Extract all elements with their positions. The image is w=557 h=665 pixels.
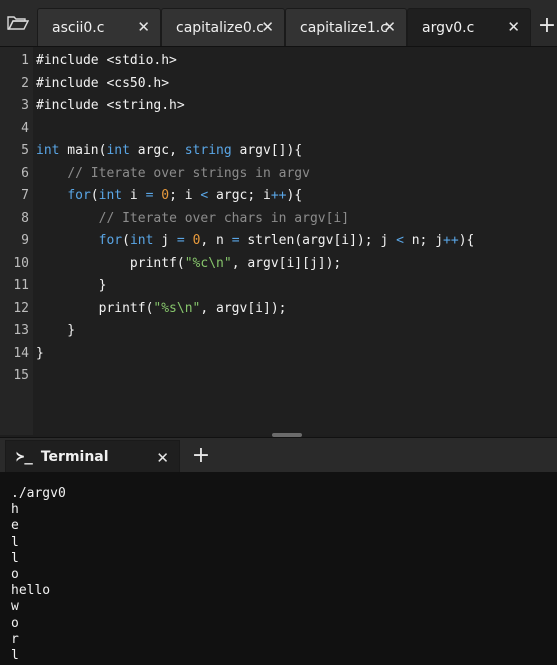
code-text[interactable]: printf("%s\n", argv[i]); [36,298,287,321]
line-number: 1 [21,53,29,68]
line-number: 12 [13,300,29,316]
line-number: 11 [13,278,29,293]
terminal-output-line: o [11,567,19,582]
tab-label: capitalize0.c [176,19,264,36]
line-number: 13 [13,323,29,338]
terminal-output-line: w [11,599,19,615]
code-text[interactable]: #include <cs50.h> [36,73,169,96]
tab-terminal[interactable]: ≻_ Terminal ✕ [5,440,180,472]
tab-label: capitalize1.c [300,19,388,36]
code-text[interactable]: // Iterate over chars in argv[i] [36,208,349,231]
code-text[interactable]: printf("%c\n", argv[i][j]); [36,253,341,276]
line-number: 4 [21,120,29,136]
code-text[interactable]: } [36,343,44,366]
code-text[interactable]: // Iterate over strings in argv [36,163,310,186]
tab-label: argv0.c [422,19,475,36]
line-number: 6 [21,165,29,181]
editor-tab-bar: ascii0.c ✕ capitalize0.c ✕ capitalize1.c… [0,0,557,47]
terminal-output-line: l [11,550,19,566]
terminal-output-line: h [11,502,19,518]
terminal-prompt-icon: ≻_ [16,448,33,465]
code-text[interactable]: #include <string.h> [36,95,185,118]
new-terminal-plus-icon[interactable]: + [190,440,212,470]
terminal-output-line: l [11,648,19,663]
terminal-output-line: ./argv0 [11,486,66,501]
line-number: 2 [21,75,29,91]
code-text[interactable]: } [36,320,75,343]
terminal-output-line: l [11,534,19,550]
terminal-tab-bar: ≻_ Terminal ✕ + [0,437,557,472]
terminal-output-line: hello [11,583,51,599]
close-icon[interactable]: ✕ [383,19,396,35]
tab-label: ascii0.c [52,19,105,36]
line-number: 7 [21,188,29,203]
close-icon[interactable]: ✕ [156,449,169,467]
close-icon[interactable]: ✕ [261,19,274,35]
code-text[interactable]: for(int i = 0; i < argc; i++){ [36,185,302,208]
tab-capitalize1[interactable]: capitalize1.c ✕ [285,8,407,46]
line-number: 3 [21,98,29,113]
line-number: 10 [13,255,29,271]
folder-open-icon[interactable] [0,0,36,46]
terminal-output-line: o [11,615,19,631]
code-editor[interactable]: 1 #include <stdio.h> 2 #include <cs50.h> 3 #i… [0,47,557,435]
tab-argv0[interactable]: argv0.c ✕ [407,8,531,46]
code-text[interactable]: for(int j = 0, n = strlen(argv[i]); j < … [36,230,475,253]
terminal-output-line: r [11,631,19,647]
terminal-output[interactable]: ./argv0 h e l l o hello w o r l [0,472,557,665]
terminal-tab-label: Terminal [40,448,109,465]
code-text[interactable]: #include <stdio.h> [36,50,177,73]
close-icon[interactable]: ✕ [507,19,520,35]
tab-ascii0[interactable]: ascii0.c ✕ [37,8,161,46]
line-number: 8 [21,210,29,226]
line-number: 9 [21,233,29,248]
terminal-output-line: e [11,518,19,534]
line-number: 5 [21,143,29,158]
tab-capitalize0[interactable]: capitalize0.c ✕ [161,8,285,46]
code-text[interactable]: } [36,275,107,298]
line-number: 15 [13,368,29,383]
code-text[interactable]: int main(int argc, string argv[]){ [36,140,302,163]
close-icon[interactable]: ✕ [137,19,150,35]
line-number: 14 [13,345,29,361]
new-tab-plus-icon[interactable]: + [537,8,557,42]
